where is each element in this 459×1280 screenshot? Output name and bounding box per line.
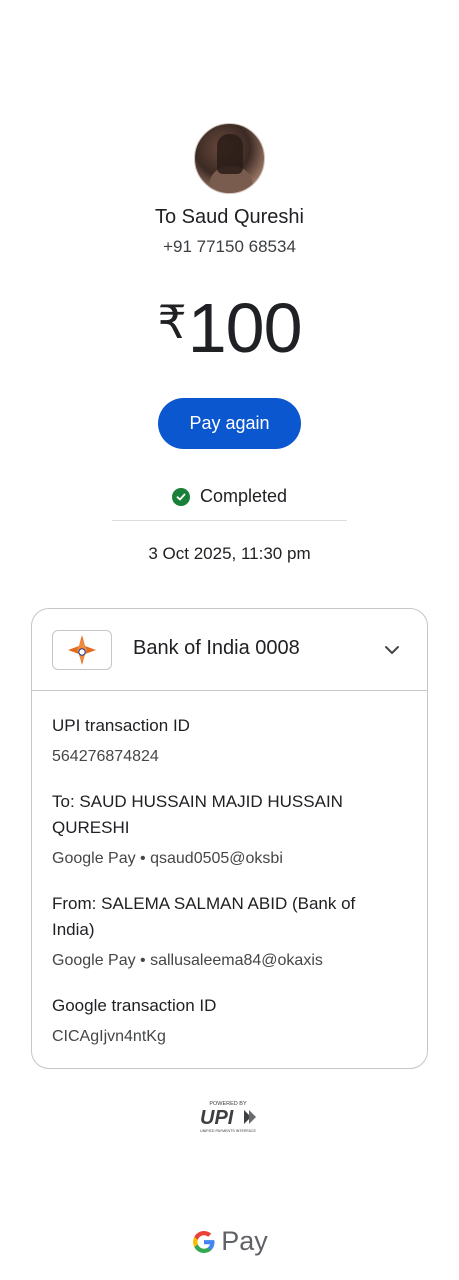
recipient-phone: +91 77150 68534 <box>163 237 296 256</box>
detail-label: UPI transaction ID <box>52 716 190 735</box>
upi-subtitle: UNIFIED PAYMENTS INTERFACE <box>200 1129 256 1133</box>
payee-details: To: SAUD HUSSAIN MAJID HUSSAIN QURESHI G… <box>52 789 392 871</box>
bank-of-india-logo-icon <box>52 630 112 670</box>
payer-details: From: SALEMA SALMAN ABID (Bank of India)… <box>52 891 392 973</box>
detail-label: Google transaction ID <box>52 996 217 1015</box>
recipient-name: To Saud Qureshi <box>155 206 304 228</box>
detail-value[interactable]: CICAgIjvn4ntKg <box>52 1025 392 1049</box>
status-text: Completed <box>199 486 288 506</box>
bank-name: Bank of India 0008 <box>133 637 300 659</box>
transaction-datetime: 3 Oct 2025, 11:30 pm <box>148 544 311 563</box>
detail-label: From: SALEMA SALMAN ABID (Bank of India) <box>52 894 356 939</box>
detail-label: To: SAUD HUSSAIN MAJID HUSSAIN QURESHI <box>52 792 343 837</box>
recipient-avatar <box>194 123 265 194</box>
google-pay-logo: Pay <box>0 1226 459 1257</box>
detail-value: Google Pay • qsaud0505@oksbi <box>52 850 283 867</box>
gpay-text: Pay <box>221 1226 268 1256</box>
detail-value: Google Pay • sallusaleema84@okaxis <box>52 952 323 969</box>
transaction-details-card: Bank of India 0008 UPI transaction ID 56… <box>31 608 428 1069</box>
upi-logo-icon: POWERED BY UPI UNIFIED PAYMENTS INTERFAC… <box>200 1101 256 1133</box>
upi-transaction-id: UPI transaction ID 564276874824 <box>52 713 392 769</box>
google-g-icon <box>193 1230 215 1253</box>
divider <box>112 520 347 521</box>
bank-account-row[interactable]: Bank of India 0008 <box>32 609 427 691</box>
amount-value: 100 <box>187 289 303 367</box>
check-circle-icon <box>171 487 190 506</box>
pay-again-button[interactable]: Pay again <box>158 398 301 449</box>
chevron-down-icon[interactable] <box>383 641 401 659</box>
avatar-figure <box>217 134 243 174</box>
detail-value[interactable]: 564276874824 <box>52 745 392 769</box>
status-row: Completed <box>0 486 459 507</box>
currency-symbol: ₹ <box>157 296 186 348</box>
payment-amount: ₹100 <box>0 284 459 366</box>
upi-text: UPI <box>200 1107 234 1129</box>
google-transaction-id: Google transaction ID CICAgIjvn4ntKg <box>52 993 392 1049</box>
